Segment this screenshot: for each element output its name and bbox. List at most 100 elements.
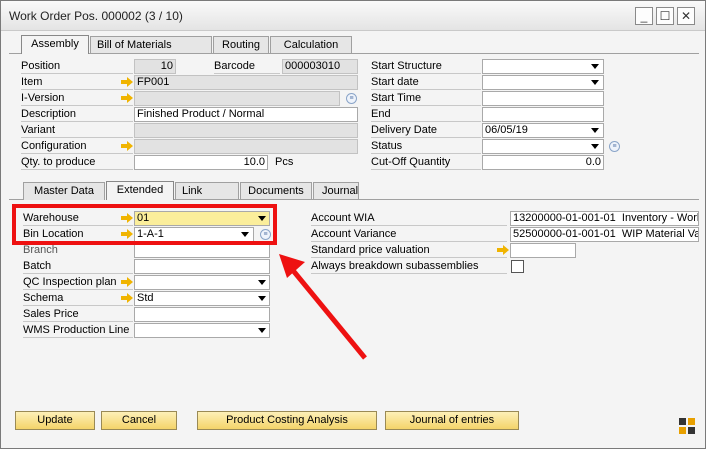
batch-field[interactable] (134, 259, 270, 274)
update-button[interactable]: Update (15, 411, 95, 430)
iversion-label: I-Version (21, 92, 65, 104)
label-underline (23, 305, 133, 306)
delivery-date-select[interactable]: 06/05/19 (482, 123, 604, 138)
tab-documents[interactable]: Documents (240, 182, 312, 200)
account-wia-code: 13200000-01-001-01 (513, 212, 616, 224)
start-time-field[interactable] (482, 91, 604, 106)
always-breakdown-checkbox[interactable] (511, 260, 524, 273)
chevron-down-icon[interactable] (258, 296, 266, 301)
tab-master-data[interactable]: Master Data (23, 182, 105, 200)
qty-field[interactable]: 10.0 (134, 155, 268, 170)
sales-price-field[interactable] (134, 307, 270, 322)
account-wia-label: Account WIA (311, 212, 375, 224)
position-label: Position (21, 60, 61, 72)
label-underline (371, 153, 481, 154)
form-settings-icon[interactable] (679, 418, 695, 434)
start-date-label: Start date (371, 76, 419, 88)
label-underline (23, 289, 133, 290)
minimize-button[interactable]: _ (635, 7, 653, 25)
label-underline (21, 121, 133, 122)
list-icon[interactable]: ≡ (609, 141, 620, 152)
tab-bill-of-materials[interactable]: Bill of Materials (90, 36, 212, 54)
chevron-down-icon[interactable] (591, 144, 599, 149)
item-field[interactable]: FP001 (134, 75, 358, 90)
title-bar: Work Order Pos. 000002 (3 / 10) _ ☐ ✕ (1, 1, 705, 31)
end-label: End (371, 108, 391, 120)
configuration-field[interactable] (134, 139, 358, 154)
label-underline (21, 105, 133, 106)
qc-plan-label: QC Inspection plan (23, 276, 117, 288)
cutoff-field[interactable]: 0.0 (482, 155, 604, 170)
chevron-down-icon[interactable] (591, 128, 599, 133)
end-field[interactable] (482, 107, 604, 122)
qty-unit: Pcs (275, 156, 294, 168)
tab-calculation[interactable]: Calculation (270, 36, 352, 54)
wms-line-select[interactable] (134, 323, 270, 338)
tab-assembly[interactable]: Assembly (21, 35, 89, 54)
status-label: Status (371, 140, 403, 152)
tab-journal[interactable]: Journal (313, 182, 359, 200)
variant-field[interactable] (134, 123, 358, 138)
schema-select[interactable]: Std (134, 291, 270, 306)
work-order-window: Work Order Pos. 000002 (3 / 10) _ ☐ ✕ As… (0, 0, 706, 449)
account-variance-label: Account Variance (311, 228, 397, 240)
label-underline (214, 73, 280, 74)
description-field[interactable]: Finished Product / Normal (134, 107, 358, 122)
tab-divider (9, 199, 23, 200)
link-arrow-icon[interactable] (121, 77, 133, 87)
highlight-box (12, 204, 277, 245)
link-arrow-icon[interactable] (121, 93, 133, 103)
start-date-select[interactable] (482, 75, 604, 90)
branch-field[interactable] (134, 243, 270, 258)
label-underline (371, 121, 481, 122)
account-variance-code: 52500000-01-001-01 (513, 228, 616, 240)
tab-divider (9, 53, 21, 54)
description-label: Description (21, 108, 77, 120)
tab-routing[interactable]: Routing (213, 36, 269, 54)
tab-link[interactable]: Link (175, 182, 239, 200)
chevron-down-icon[interactable] (258, 328, 266, 333)
std-price-field[interactable] (510, 243, 576, 258)
barcode-field[interactable]: 000003010 (282, 59, 358, 74)
status-select[interactable] (482, 139, 604, 154)
account-wia-name: Inventory - Work (621, 212, 699, 224)
label-underline (23, 321, 133, 322)
variant-label: Variant (21, 124, 56, 136)
account-variance-field[interactable]: 52500000-01-001-01 WIP Material Varia (510, 227, 699, 242)
link-arrow-icon[interactable] (497, 245, 509, 255)
iversion-field[interactable] (134, 91, 340, 106)
tab-divider (89, 53, 699, 54)
label-underline (371, 105, 481, 106)
branch-label: Branch (23, 244, 58, 256)
chevron-down-icon[interactable] (591, 80, 599, 85)
maximize-button[interactable]: ☐ (656, 7, 674, 25)
qc-plan-select[interactable] (134, 275, 270, 290)
label-underline (371, 89, 481, 90)
journal-entries-button[interactable]: Journal of entries (385, 411, 519, 430)
label-underline (371, 169, 481, 170)
sales-price-label: Sales Price (23, 308, 79, 320)
account-variance-name: WIP Material Varia (621, 228, 698, 240)
label-underline (371, 137, 481, 138)
start-time-label: Start Time (371, 92, 422, 104)
wms-line-label: WMS Production Line (23, 324, 130, 336)
label-underline (21, 153, 133, 154)
label-underline (311, 241, 507, 242)
label-underline (311, 225, 507, 226)
start-structure-select[interactable] (482, 59, 604, 74)
link-arrow-icon[interactable] (121, 141, 133, 151)
close-button[interactable]: ✕ (677, 7, 695, 25)
cancel-button[interactable]: Cancel (101, 411, 177, 430)
chevron-down-icon[interactable] (591, 64, 599, 69)
product-costing-button[interactable]: Product Costing Analysis (197, 411, 377, 430)
link-arrow-icon[interactable] (121, 293, 133, 303)
link-arrow-icon[interactable] (121, 277, 133, 287)
position-field[interactable]: 10 (134, 59, 176, 74)
annotation-arrow (279, 254, 367, 360)
barcode-label: Barcode (214, 60, 255, 72)
account-wia-field[interactable]: 13200000-01-001-01 Inventory - Work (510, 211, 699, 226)
tab-extended[interactable]: Extended (106, 181, 174, 200)
schema-label: Schema (23, 292, 64, 304)
list-icon[interactable]: ≡ (346, 93, 357, 104)
chevron-down-icon[interactable] (258, 280, 266, 285)
